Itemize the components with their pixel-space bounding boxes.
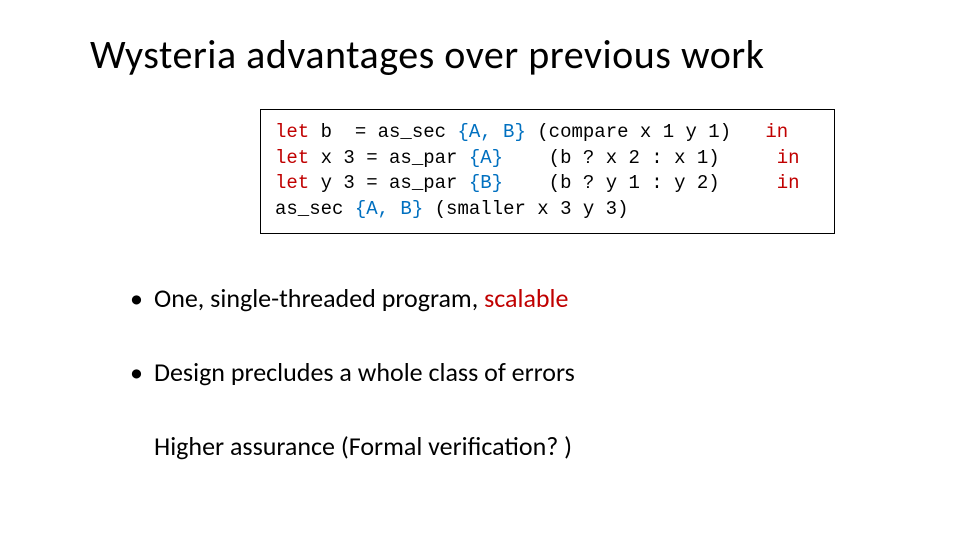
code-text: as_sec <box>275 198 355 220</box>
code-text: (b ? y 1 : y 2) <box>503 172 777 194</box>
code-text: (smaller x 3 y 3) <box>423 198 628 220</box>
bullet-text: One, single-threaded program, <box>154 282 484 314</box>
kw-in: in <box>777 147 800 169</box>
kw-let: let <box>275 121 309 143</box>
code-block: let b = as_sec {A, B} (compare x 1 y 1) … <box>260 109 835 234</box>
code-set: {A, B} <box>457 121 525 143</box>
code-text: (b ? x 2 : x 1) <box>503 147 777 169</box>
code-set: {B} <box>469 172 503 194</box>
kw-in: in <box>777 172 800 194</box>
bullet-2: Design precludes a whole class of errors <box>130 356 920 388</box>
code-set: {A, B} <box>355 198 423 220</box>
bullet-list: One, single-threaded program, scalable D… <box>130 282 920 388</box>
slide-title: Wysteria advantages over previous work <box>90 30 920 79</box>
sub-line: Higher assurance (Formal verification? ) <box>154 430 920 462</box>
bullet-1: One, single-threaded program, scalable <box>130 282 920 314</box>
code-text: b = as_sec <box>309 121 457 143</box>
code-text: x 3 = as_par <box>309 147 469 169</box>
code-text: y 3 = as_par <box>309 172 469 194</box>
kw-let: let <box>275 172 309 194</box>
bullet-text: Design precludes a whole class of errors <box>154 356 575 388</box>
code-text: (compare x 1 y 1) <box>526 121 765 143</box>
bullet-accent: scalable <box>484 282 568 314</box>
kw-in: in <box>765 121 788 143</box>
kw-let: let <box>275 147 309 169</box>
code-set: {A} <box>469 147 503 169</box>
